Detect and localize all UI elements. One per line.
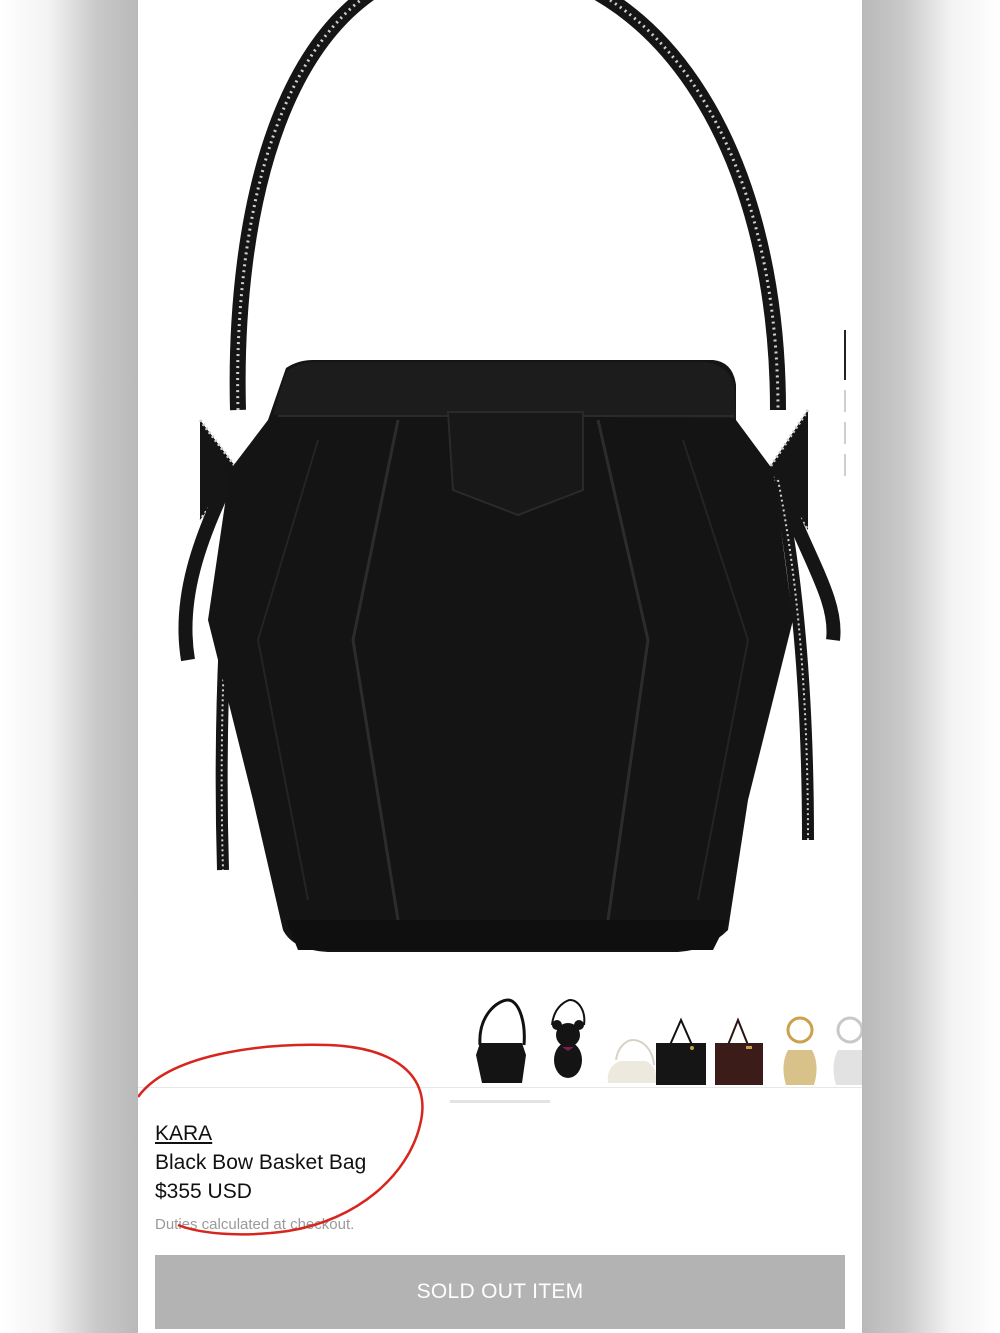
backdrop-right	[862, 0, 1000, 1333]
annotation-circle-mark	[138, 1043, 424, 1236]
brown-tote-bag-thumbnail[interactable]	[708, 995, 772, 1090]
silver-pouch-bag-thumbnail[interactable]	[818, 995, 862, 1090]
carousel-scroll-indicator[interactable]	[450, 1100, 550, 1103]
image-pager[interactable]	[844, 330, 848, 480]
black-basket-bag-thumbnail[interactable]	[468, 995, 532, 1090]
related-items-carousel[interactable]	[468, 995, 862, 1095]
pager-segment[interactable]	[844, 422, 846, 444]
pager-segment[interactable]	[844, 390, 846, 412]
pager-segment[interactable]	[844, 454, 846, 476]
pager-segment[interactable]	[844, 330, 846, 380]
sold-out-button[interactable]: SOLD OUT ITEM	[155, 1255, 845, 1329]
backdrop-left	[0, 0, 138, 1333]
teddy-bear-bag-thumbnail[interactable]	[538, 995, 602, 1090]
product-image[interactable]	[138, 0, 862, 985]
product-page: KARA Black Bow Basket Bag $355 USD Dutie…	[138, 0, 862, 1333]
black-tote-bag-thumbnail[interactable]	[648, 995, 712, 1090]
